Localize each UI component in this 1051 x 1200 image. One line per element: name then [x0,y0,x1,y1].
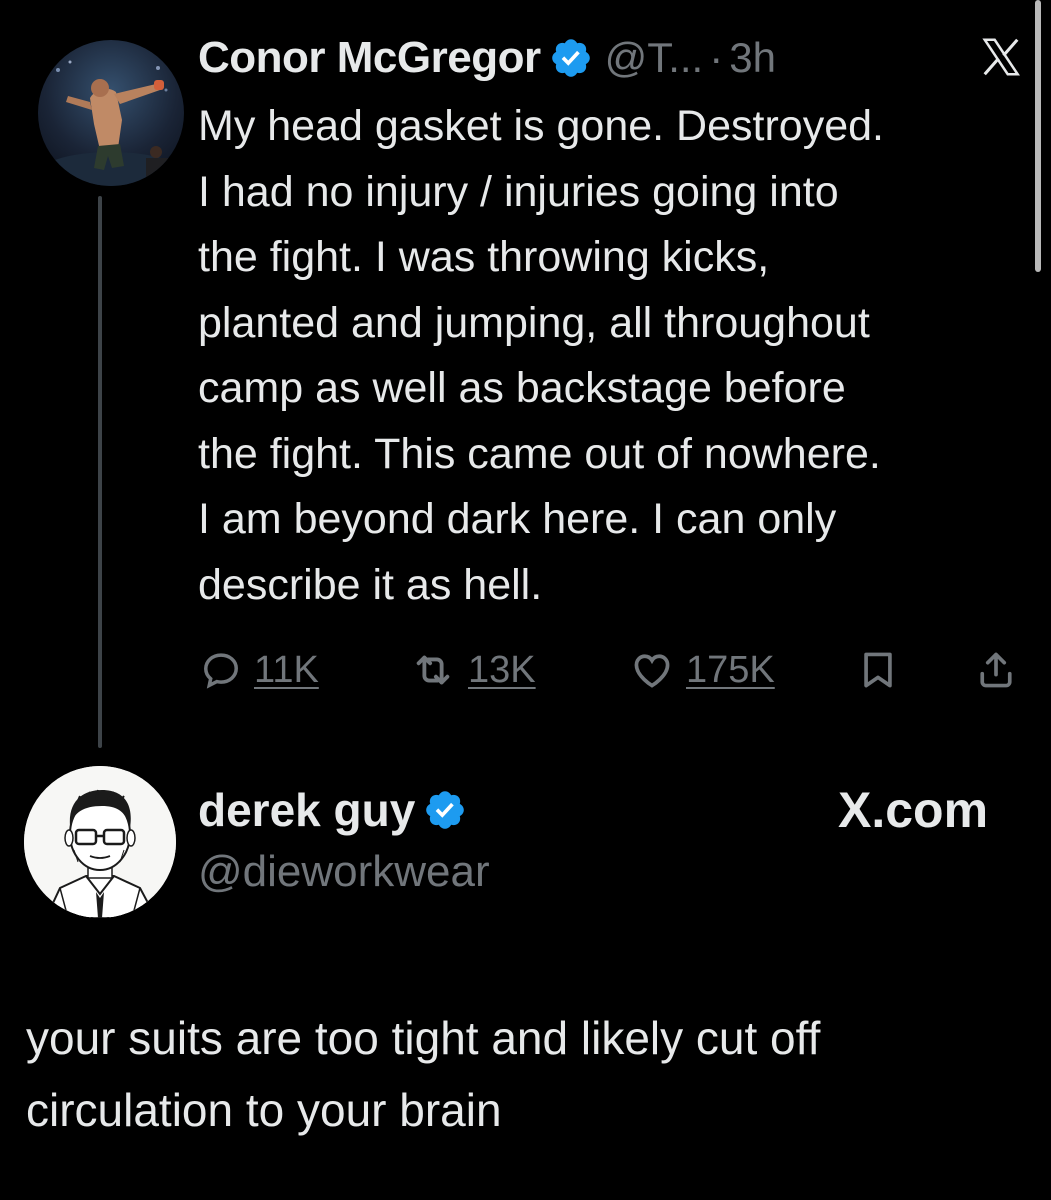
sketch-portrait-avatar-icon [24,766,176,918]
reply-icon [204,653,238,689]
thread-connector-line [98,196,102,748]
repost-icon [416,655,450,685]
quote-tweet-header: derek guy @dieworkwear [198,782,490,900]
verified-badge-icon [423,788,467,832]
derek-avatar[interactable] [24,766,176,918]
reply-tweet-header: Conor McGregor @T... · 3h [198,30,776,86]
bookmark-button[interactable] [856,640,900,700]
quote-tweet-text: your suits are too tight and likely cut … [26,1012,821,1136]
share-button[interactable] [974,640,1018,700]
reply-button[interactable]: 11K [200,640,319,700]
author-handle[interactable]: @T... [605,34,704,82]
bookmark-icon [864,652,892,688]
separator-dot: · [709,34,724,81]
like-button[interactable]: 175K [630,640,775,700]
heart-icon [634,654,670,688]
scrollbar[interactable] [1035,0,1041,272]
share-icon [980,652,1012,688]
timestamp[interactable]: 3h [729,34,776,82]
x-logo-icon[interactable] [978,34,1024,80]
conor-avatar[interactable] [38,40,184,186]
like-count: 175K [686,648,775,691]
author-name[interactable]: Conor McGregor [198,33,541,83]
repost-button[interactable]: 13K [410,640,536,700]
tweet-text: My head gasket is gone. Destroyed. I had… [198,102,884,609]
reply-count: 11K [254,648,319,691]
tweet-actions-bar: 11K 13K 175K [200,640,1030,700]
fighter-photo-avatar-icon [41,60,181,186]
verified-badge-icon [549,36,593,80]
repost-count: 13K [468,648,536,691]
author-name[interactable]: derek guy [198,783,415,837]
author-handle[interactable]: @dieworkwear [198,844,490,900]
x-com-brand-label: X.com [838,782,989,838]
